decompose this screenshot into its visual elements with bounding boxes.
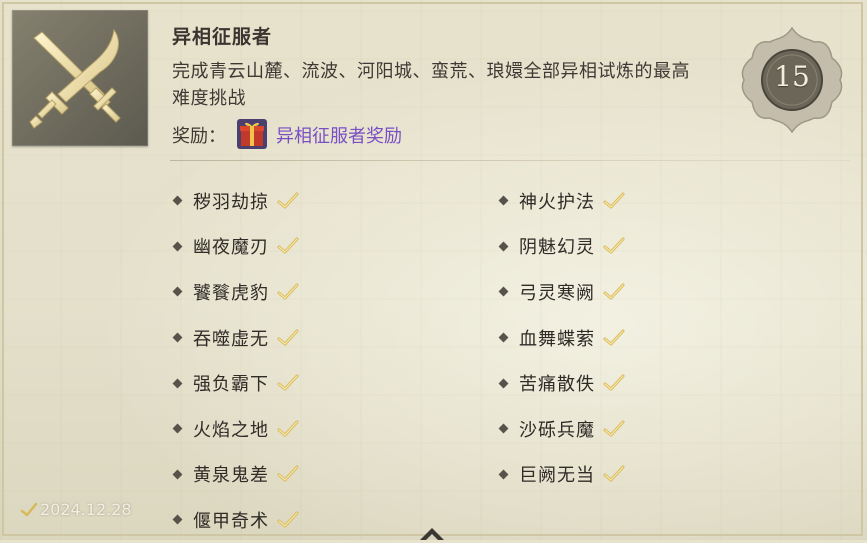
list-item: 沙砾兵魔 xyxy=(496,406,625,452)
list-item: 巨阙无当 xyxy=(496,452,625,498)
list-item: 黄泉鬼差 xyxy=(170,452,299,498)
achievement-description: 完成青云山麓、流波、河阳城、蛮荒、琅嬛全部异相试炼的最高难度挑战 xyxy=(172,61,690,109)
check-icon xyxy=(277,192,299,209)
trial-name: 弓灵寒阙 xyxy=(519,282,595,304)
trial-name: 阴魅幻灵 xyxy=(519,237,595,259)
trial-list-left: 秽羽劫掠 幽夜魔刃 饕餮虎豹 吞噬虚无 强负霸下 火焰之地 黄泉鬼差 偃甲奇术 xyxy=(170,178,299,543)
bullet-icon xyxy=(172,378,183,389)
list-item: 饕餮虎豹 xyxy=(170,269,299,315)
trial-name: 火焰之地 xyxy=(193,419,269,441)
bullet-icon xyxy=(172,241,183,252)
trial-name: 沙砾兵魔 xyxy=(519,419,595,441)
check-icon xyxy=(603,283,625,300)
list-item: 幽夜魔刃 xyxy=(170,224,299,270)
crossed-swords-icon xyxy=(29,28,121,129)
bullet-icon xyxy=(498,332,509,343)
check-icon xyxy=(277,465,299,482)
trial-name: 血舞蝶萦 xyxy=(519,328,595,350)
achievement-icon xyxy=(12,10,148,146)
check-icon xyxy=(603,329,625,346)
trial-name: 黄泉鬼差 xyxy=(193,465,269,487)
check-icon xyxy=(20,502,38,516)
check-icon xyxy=(277,374,299,391)
section-divider xyxy=(170,160,850,161)
completion-date: 2024.12.28 xyxy=(20,500,132,519)
check-icon xyxy=(277,283,299,300)
trial-name: 饕餮虎豹 xyxy=(193,282,269,304)
completion-date-text: 2024.12.28 xyxy=(40,500,132,519)
reward-label: 奖励： xyxy=(172,126,226,147)
check-icon xyxy=(277,329,299,346)
trial-name: 幽夜魔刃 xyxy=(193,237,269,259)
reward-name-link[interactable]: 异相征服者奖励 xyxy=(276,122,402,148)
trial-name: 吞噬虚无 xyxy=(193,328,269,350)
list-item: 弓灵寒阙 xyxy=(496,269,625,315)
bullet-icon xyxy=(498,378,509,389)
bullet-icon xyxy=(172,469,183,480)
list-item: 偃甲奇术 xyxy=(170,497,299,543)
trial-name: 巨阙无当 xyxy=(519,465,595,487)
check-icon xyxy=(603,465,625,482)
bullet-icon xyxy=(498,195,509,206)
bullet-icon xyxy=(172,287,183,297)
check-icon xyxy=(603,237,625,254)
list-item: 阴魅幻灵 xyxy=(496,224,625,270)
trial-name: 秽羽劫掠 xyxy=(193,191,269,213)
points-value: 15 xyxy=(774,60,810,93)
check-icon xyxy=(277,511,299,528)
chevron-up-icon[interactable] xyxy=(418,524,446,540)
bullet-icon xyxy=(498,469,509,480)
trial-name: 神火护法 xyxy=(519,191,595,213)
bullet-icon xyxy=(172,195,183,206)
list-item: 吞噬虚无 xyxy=(170,315,299,361)
list-item: 强负霸下 xyxy=(170,360,299,406)
bullet-icon xyxy=(498,423,509,434)
gift-box-icon[interactable] xyxy=(236,118,268,150)
bullet-icon xyxy=(172,332,183,343)
check-icon xyxy=(603,374,625,391)
bullet-icon xyxy=(498,287,509,297)
check-icon xyxy=(603,420,625,437)
trial-name: 强负霸下 xyxy=(193,374,269,396)
list-item: 神火护法 xyxy=(496,178,625,224)
list-item: 血舞蝶萦 xyxy=(496,315,625,361)
list-item: 火焰之地 xyxy=(170,406,299,452)
check-icon xyxy=(277,420,299,437)
trial-name: 苦痛散佚 xyxy=(519,374,595,396)
list-item: 秽羽劫掠 xyxy=(170,178,299,224)
list-item: 苦痛散佚 xyxy=(496,360,625,406)
check-icon xyxy=(603,192,625,209)
bullet-icon xyxy=(498,241,509,252)
check-icon xyxy=(277,237,299,254)
bullet-icon xyxy=(172,423,183,434)
trial-name: 偃甲奇术 xyxy=(193,510,269,532)
bullet-icon xyxy=(172,515,183,525)
achievement-title: 异相征服者 xyxy=(172,26,273,48)
trial-list-right: 神火护法 阴魅幻灵 弓灵寒阙 血舞蝶萦 苦痛散佚 沙砾兵魔 巨阙无当 xyxy=(496,178,625,497)
